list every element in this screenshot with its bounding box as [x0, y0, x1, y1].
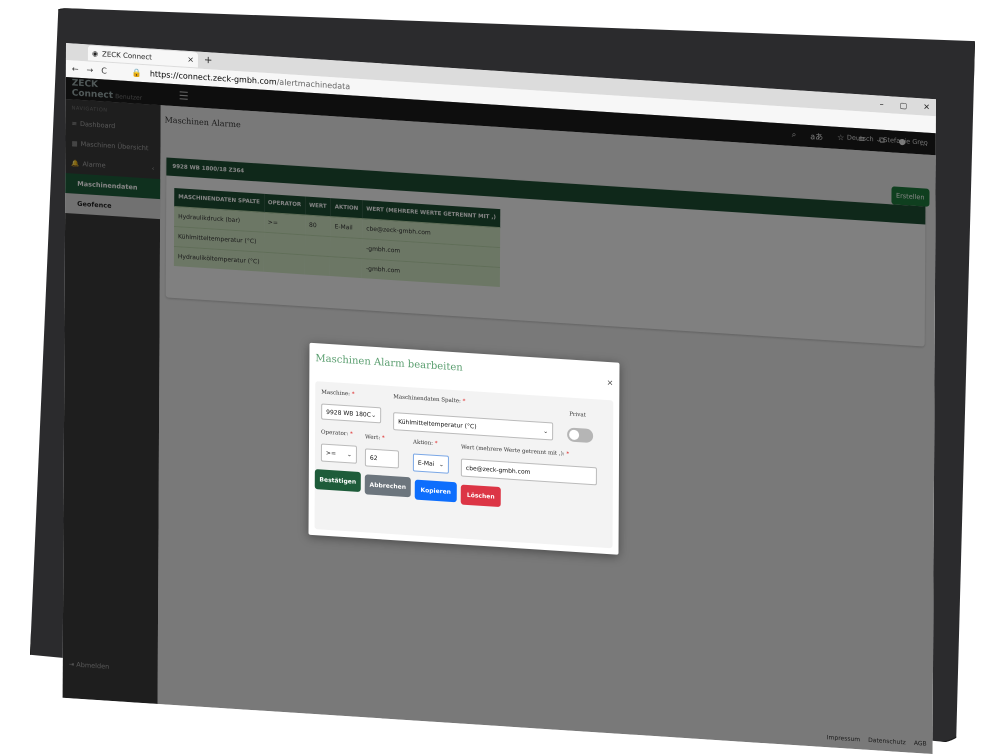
minimize-icon[interactable]: – — [880, 100, 884, 109]
column-select[interactable]: Kühlmitteltemperatur (°C) ⌄ — [393, 412, 554, 441]
private-label: Privat — [569, 411, 586, 419]
machine-label: Maschine: * — [321, 389, 355, 398]
confirm-button[interactable]: Bestätigen — [314, 469, 361, 493]
value-input[interactable]: 62 — [364, 448, 399, 469]
delete-button[interactable]: Löschen — [460, 484, 501, 508]
close-window-icon[interactable]: ✕ — [923, 102, 930, 111]
new-tab-button[interactable]: + — [204, 55, 212, 67]
close-icon[interactable]: × — [607, 378, 614, 387]
app: ZECK Connect Benutzer ☰ ⌕ aあ ☆ ≡ ⧉ ● … NA… — [62, 76, 936, 754]
nav-buttons: ← → C — [66, 64, 132, 77]
operator-label: Operator: * — [321, 429, 353, 438]
column-select-value: Kühlmitteltemperatur (°C) — [398, 417, 477, 431]
lock-icon: 🔒 — [131, 68, 142, 78]
app-favicon-icon: ◉ — [91, 49, 99, 58]
reload-icon[interactable]: C — [101, 66, 107, 75]
maximize-icon[interactable]: ▢ — [900, 101, 908, 110]
value-label: Wert: * — [365, 434, 385, 442]
private-toggle[interactable] — [567, 427, 594, 444]
close-tab-icon[interactable]: × — [187, 55, 194, 64]
machine-select[interactable]: 9928 WB 180C ⌄ — [321, 403, 382, 424]
multi-value-input[interactable]: cbe@zeck-gmbh.com — [460, 458, 597, 486]
multi-value-label: Wert (mehrere Werte getrennt mit ,): * — [460, 444, 570, 458]
chevron-down-icon: ⌄ — [346, 450, 352, 458]
window-controls: – ▢ ✕ — [880, 100, 936, 113]
forward-icon[interactable]: → — [87, 65, 94, 74]
chevron-down-icon: ⌄ — [438, 460, 444, 468]
action-select-value: E-Mai — [417, 459, 435, 468]
edit-alarm-modal: Maschinen Alarm bearbeiten × Maschine: *… — [308, 342, 620, 555]
chevron-down-icon: ⌄ — [543, 427, 549, 435]
screen: ◉ ZECK Connect × + – ▢ ✕ ← → C 🔒 https:/… — [62, 43, 936, 754]
cancel-button[interactable]: Abbrechen — [364, 474, 411, 498]
operator-select[interactable]: >= ⌄ — [320, 443, 357, 464]
operator-select-value: >= — [325, 449, 337, 457]
tab-title: ZECK Connect — [102, 49, 152, 62]
column-label: Maschinendaten Spalte: * — [393, 394, 466, 405]
modal-body: Maschine: * 9928 WB 180C ⌄ Maschinendaten… — [314, 381, 614, 549]
copy-button[interactable]: Kopieren — [414, 479, 457, 503]
action-label: Aktion: * — [413, 439, 438, 448]
machine-select-value: 9928 WB 180C — [326, 408, 371, 419]
chevron-down-icon: ⌄ — [371, 411, 377, 419]
back-icon[interactable]: ← — [72, 64, 79, 73]
action-select[interactable]: E-Mai ⌄ — [412, 453, 449, 474]
